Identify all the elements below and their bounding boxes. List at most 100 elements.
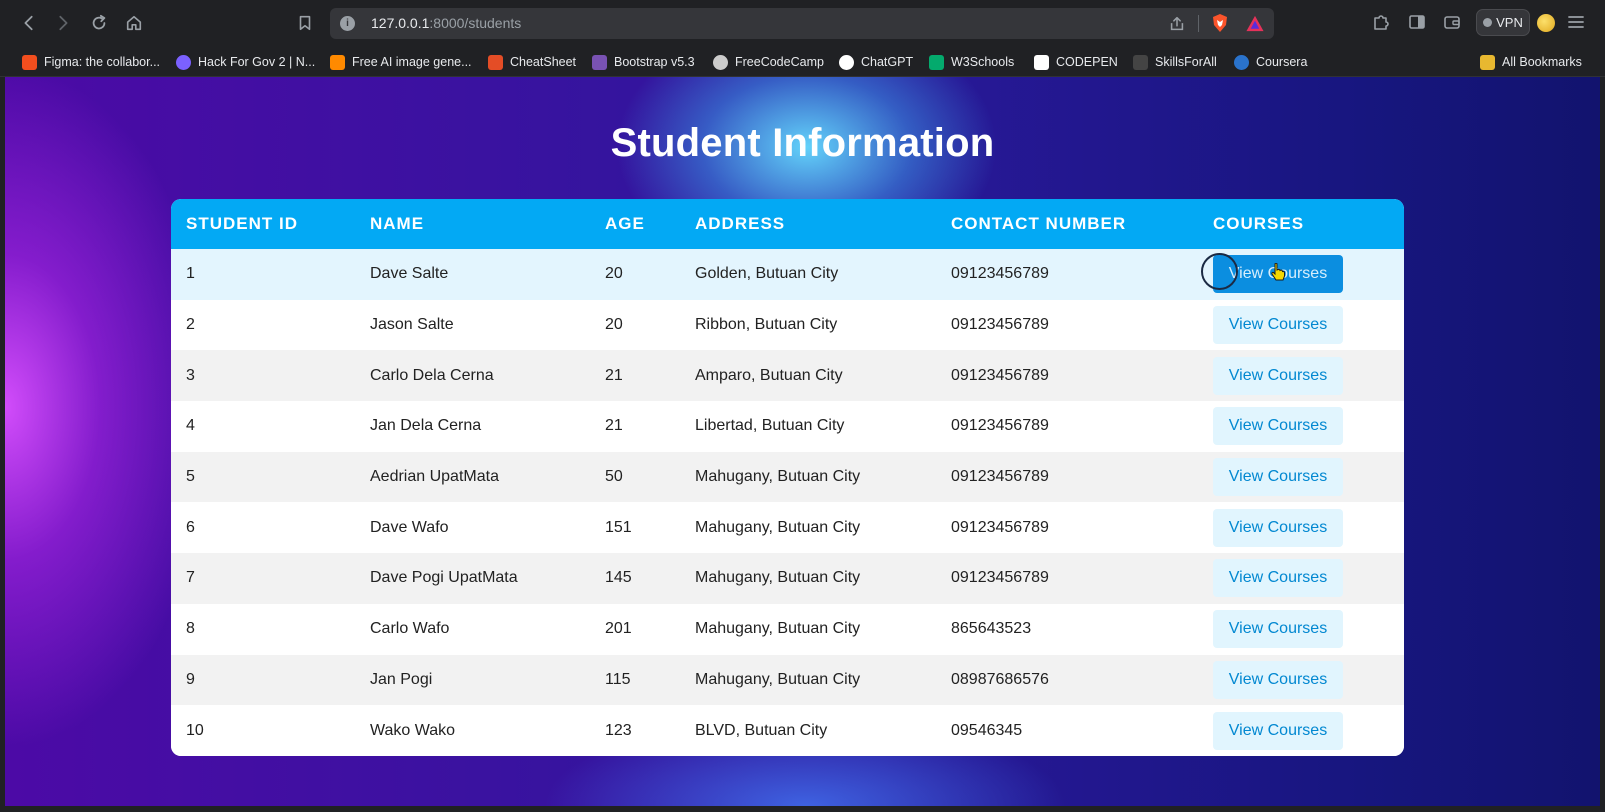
name-cell: Jan Dela Cerna: [370, 417, 482, 435]
student-id-cell: 10: [186, 721, 204, 739]
address-cell: Mahugany, Butuan City: [695, 569, 861, 587]
column-header-contact-number: CONTACT NUMBER: [951, 214, 1127, 233]
bookmark-hackforgov[interactable]: Hack For Gov 2 | N...: [176, 52, 315, 72]
age-cell: 20: [605, 265, 623, 283]
bookmark-label: CODEPEN: [1056, 55, 1118, 69]
bookmark-w3schools[interactable]: W3Schools: [929, 52, 1014, 72]
table-row: 10 Wako Wako 123 BLVD, Butuan City 09546…: [171, 705, 1404, 756]
view-courses-button[interactable]: View Courses: [1213, 711, 1343, 750]
name-cell: Jason Salte: [370, 316, 454, 334]
bookmark-label: CheatSheet: [510, 55, 577, 69]
pointer-hand-cursor-icon: [1271, 263, 1285, 281]
student-id-cell: 1: [186, 265, 195, 283]
view-courses-button[interactable]: View Courses: [1213, 407, 1343, 446]
bookmark-icon: [299, 15, 311, 31]
reload-button[interactable]: [86, 10, 112, 36]
view-courses-button[interactable]: View Courses: [1213, 356, 1343, 395]
student-id-cell: 5: [186, 468, 195, 486]
address-cell: Mahugany, Butuan City: [695, 620, 861, 638]
address-bar[interactable]: i 127.0.0.1:8000/students: [330, 8, 1274, 39]
site-info-icon[interactable]: i: [340, 16, 355, 31]
wallet-icon: [1444, 16, 1460, 29]
name-cell: Dave Wafo: [370, 518, 449, 536]
table-row: 8 Carlo Wafo 201 Mahugany, Butuan City 8…: [171, 603, 1404, 655]
bookmark-coursera[interactable]: Coursera: [1234, 52, 1307, 72]
age-cell: 115: [605, 670, 631, 688]
table-row: 6 Dave Wafo 151 Mahugany, Butuan City 09…: [171, 502, 1404, 554]
forward-arrow-icon: [59, 15, 68, 31]
bookmark-page-button[interactable]: [292, 10, 318, 36]
bookmark-figma[interactable]: Figma: the collabor...: [22, 52, 160, 72]
student-id-cell: 6: [186, 518, 195, 536]
folder-icon: [1480, 54, 1495, 70]
bookmark-bootstrap[interactable]: Bootstrap v5.3: [592, 52, 695, 72]
bookmark-label: Hack For Gov 2 | N...: [198, 55, 316, 69]
pencil-icon: [330, 54, 345, 70]
address-cell: BLVD, Butuan City: [695, 721, 828, 739]
view-courses-button[interactable]: View Courses: [1213, 306, 1343, 345]
html5-icon: [488, 54, 503, 70]
contact-number-cell: 09123456789: [951, 518, 1049, 536]
bookmark-cheatsheet[interactable]: CheatSheet: [488, 52, 576, 72]
bookmark-label: W3Schools: [951, 55, 1015, 69]
bookmark-codepen[interactable]: CODEPEN: [1034, 52, 1118, 72]
wallet-button[interactable]: [1442, 12, 1462, 37]
bookmark-label: Bootstrap v5.3: [614, 55, 695, 69]
all-bookmarks-label: All Bookmarks: [1502, 55, 1582, 69]
bookmark-chatgpt[interactable]: ChatGPT: [839, 52, 913, 72]
student-id-cell: 8: [186, 620, 195, 638]
age-cell: 50: [605, 468, 623, 486]
age-cell: 201: [605, 620, 632, 638]
bookmark-label: SkillsForAll: [1155, 55, 1217, 69]
brave-wallet-coin-icon[interactable]: [1537, 14, 1555, 32]
student-id-cell: 9: [186, 670, 195, 688]
view-courses-button[interactable]: View Courses: [1213, 610, 1343, 649]
name-cell: Wako Wako: [370, 721, 456, 739]
vpn-status-icon: [1483, 18, 1493, 27]
view-courses-button[interactable]: View Courses: [1213, 508, 1343, 547]
contact-number-cell: 09123456789: [951, 316, 1049, 334]
contact-number-cell: 865643523: [951, 620, 1032, 638]
all-bookmarks-button[interactable]: All Bookmarks: [1480, 52, 1582, 72]
bookmark-skillsforall[interactable]: SkillsForAll: [1133, 52, 1217, 72]
back-button[interactable]: [16, 10, 42, 36]
age-cell: 20: [605, 316, 623, 334]
name-cell: Carlo Dela Cerna: [370, 366, 494, 384]
bookmark-freecodecamp[interactable]: FreeCodeCamp: [713, 52, 824, 72]
address-cell: Mahugany, Butuan City: [695, 518, 861, 536]
view-courses-button[interactable]: View Courses: [1213, 458, 1343, 497]
age-cell: 21: [605, 366, 623, 384]
sidebar-button[interactable]: [1407, 12, 1427, 37]
table-row: 4 Jan Dela Cerna 21 Libertad, Butuan Cit…: [171, 401, 1404, 452]
menu-button[interactable]: [1566, 12, 1586, 37]
extensions-button[interactable]: [1371, 12, 1391, 37]
brave-shields-icon[interactable]: [1210, 13, 1230, 33]
name-cell: Dave Salte: [370, 265, 449, 283]
table-row: 3 Carlo Dela Cerna 21 Amparo, Butuan Cit…: [171, 350, 1404, 402]
brave-rewards-icon[interactable]: [1245, 14, 1265, 33]
skillsforall-icon: [1133, 54, 1148, 70]
view-courses-button[interactable]: View Courses: [1213, 559, 1343, 598]
url-path: :8000/students: [429, 15, 522, 31]
courses-cell: View Courses: [1198, 350, 1404, 401]
contact-number-cell: 09123456789: [951, 417, 1049, 435]
vpn-button[interactable]: VPN: [1476, 9, 1530, 36]
back-arrow-icon: [24, 15, 33, 31]
bookmark-label: Free AI image gene...: [352, 55, 472, 69]
address-cell: Amparo, Butuan City: [695, 366, 843, 384]
home-button[interactable]: [121, 10, 147, 36]
share-icon[interactable]: [1168, 15, 1186, 33]
url-text[interactable]: 127.0.0.1:8000/students: [371, 15, 521, 31]
hamburger-menu-icon: [1568, 16, 1584, 28]
courses-cell: View Courses: [1198, 655, 1404, 706]
table-row: 9 Jan Pogi 115 Mahugany, Butuan City 089…: [171, 654, 1404, 706]
contact-number-cell: 08987686576: [951, 670, 1049, 688]
hackforgov-icon: [176, 54, 191, 70]
view-courses-button[interactable]: View Courses: [1213, 660, 1343, 699]
name-cell: Carlo Wafo: [370, 620, 450, 638]
courses-cell: View Courses: [1198, 452, 1404, 503]
bookmark-free-ai-image[interactable]: Free AI image gene...: [330, 52, 472, 72]
reload-icon: [92, 14, 106, 30]
contact-number-cell: 09123456789: [951, 265, 1049, 283]
forward-button[interactable]: [50, 10, 76, 36]
